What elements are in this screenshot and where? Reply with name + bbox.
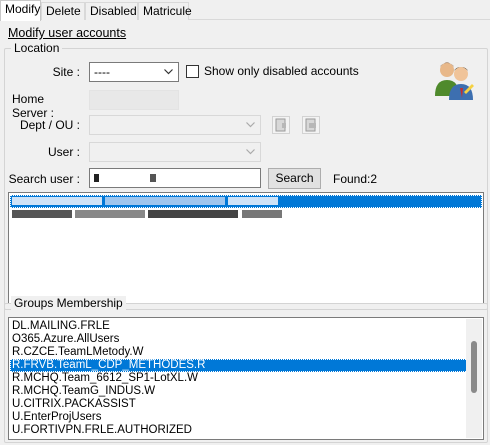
tab-strip: Modify Delete Disabled Matricule: [0, 0, 490, 21]
tab-modify[interactable]: Modify: [0, 0, 41, 21]
tab-delete[interactable]: Delete: [41, 2, 85, 20]
scrollbar-thumb[interactable]: [471, 341, 477, 393]
list-item[interactable]: U.EnterProjUsers: [10, 411, 482, 424]
user-dropdown[interactable]: [89, 142, 261, 162]
chevron-down-icon: [246, 122, 255, 130]
search-user-label: Search user :: [8, 172, 80, 186]
users-result-list[interactable]: [8, 192, 484, 304]
site-label: Site :: [52, 65, 80, 79]
disabled-accounts-checkbox[interactable]: [186, 65, 199, 78]
dept-label: Dept / OU :: [19, 118, 80, 132]
chevron-down-icon: [246, 149, 255, 157]
list-item[interactable]: O365.Azure.AllUsers: [10, 333, 482, 346]
modify-users-window: Modify Delete Disabled Matricule Modify …: [0, 0, 490, 445]
tab-disabled[interactable]: Disabled: [85, 2, 138, 20]
document-icon: [273, 118, 289, 136]
site-dropdown[interactable]: ----: [89, 62, 179, 82]
found-count: Found:2: [333, 172, 378, 186]
home-server-field: [89, 90, 179, 110]
section-title: Modify user accounts: [8, 26, 127, 40]
tab-matricule[interactable]: Matricule: [138, 2, 192, 20]
dept-action-2-button[interactable]: [302, 116, 320, 134]
users-icon: [432, 58, 476, 102]
search-user-input[interactable]: [89, 168, 261, 188]
dept-dropdown[interactable]: [89, 115, 261, 135]
list-item[interactable]: [10, 195, 482, 208]
search-button[interactable]: Search: [268, 168, 321, 189]
list-item[interactable]: R.MCHQ.Team_6612_SP1-LotXL.W: [10, 372, 482, 385]
site-value: ----: [94, 65, 110, 79]
groups-list[interactable]: DL.MAILING.FRLE O365.Azure.AllUsers R.CZ…: [8, 317, 484, 440]
list-item[interactable]: R.FRVB.TeamL_CDP_METHODES.R: [10, 359, 482, 372]
dept-action-1-button[interactable]: [272, 116, 290, 134]
groups-group-label: Groups Membership: [11, 296, 126, 310]
list-item[interactable]: R.CZCE.TeamLMetody.W: [10, 346, 482, 359]
list-item[interactable]: DL.MAILING.FRLE: [10, 320, 482, 333]
groups-scrollbar[interactable]: [466, 319, 482, 438]
disabled-accounts-label: Show only disabled accounts: [204, 64, 359, 78]
list-item[interactable]: U.FORTIVPN.FRLE.AUTHORIZED: [10, 424, 482, 437]
list-item[interactable]: [10, 208, 482, 221]
home-server-label: Home Server :: [12, 92, 55, 120]
document-icon: [303, 118, 319, 136]
tab-panel: Modify user accounts Location Site : ---…: [0, 20, 490, 445]
list-item[interactable]: R.MCHQ.TeamG_INDUS.W: [10, 385, 482, 398]
list-item[interactable]: U.CITRIX.PACKASSIST: [10, 398, 482, 411]
user-label: User :: [47, 145, 80, 159]
location-group-label: Location: [11, 41, 63, 55]
chevron-down-icon: [164, 69, 173, 77]
